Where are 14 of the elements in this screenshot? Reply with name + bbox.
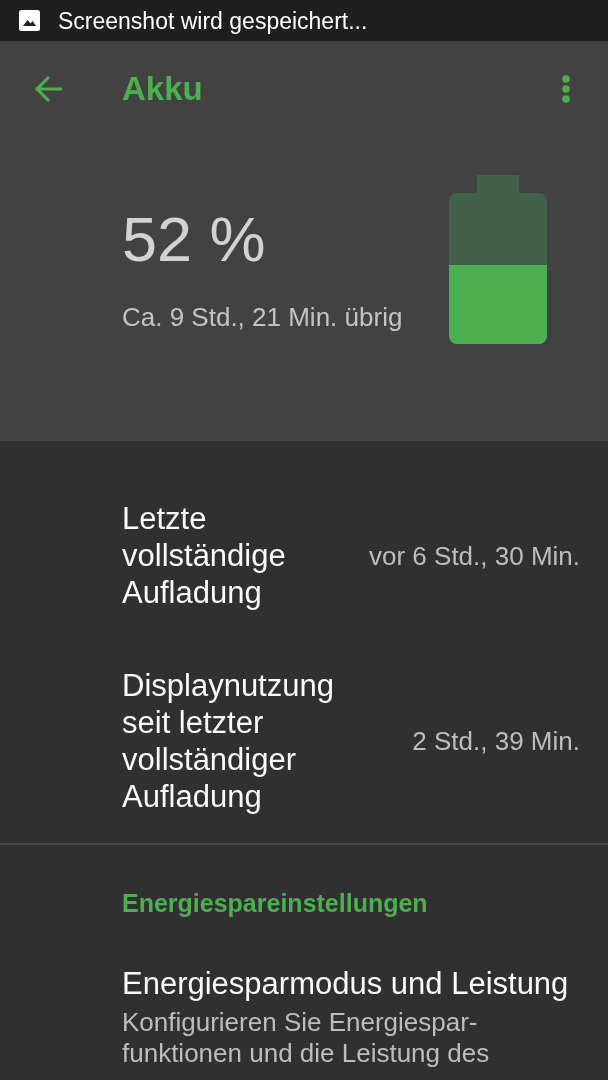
stat-label: Displaynutzung seit letzter vollständiger Aufladung [122,667,335,815]
setting-title[interactable]: Energiesparmodus und Leistung [122,965,580,1003]
more-options-icon[interactable] [562,75,570,103]
setting-summary: Konfigurieren Sie Energiespar-funktionen und die Leistung des [122,1007,491,1069]
stat-label: Letzte vollständige Aufladung [122,500,287,611]
battery-percentage: 52 % [122,207,267,271]
page-title: Akku [122,69,203,109]
stat-value: 2 Std., 39 Min. [412,725,580,757]
notification-text: Screenshot wird gespeichert... [58,6,368,36]
back-icon[interactable] [34,75,62,103]
section-header: Energiespareinstellungen [122,888,429,918]
stat-value: vor 6 Std., 30 Min. [369,539,580,572]
battery-time-remaining: Ca. 9 Std., 21 Min. übrig [122,301,403,333]
image-icon [19,10,40,31]
